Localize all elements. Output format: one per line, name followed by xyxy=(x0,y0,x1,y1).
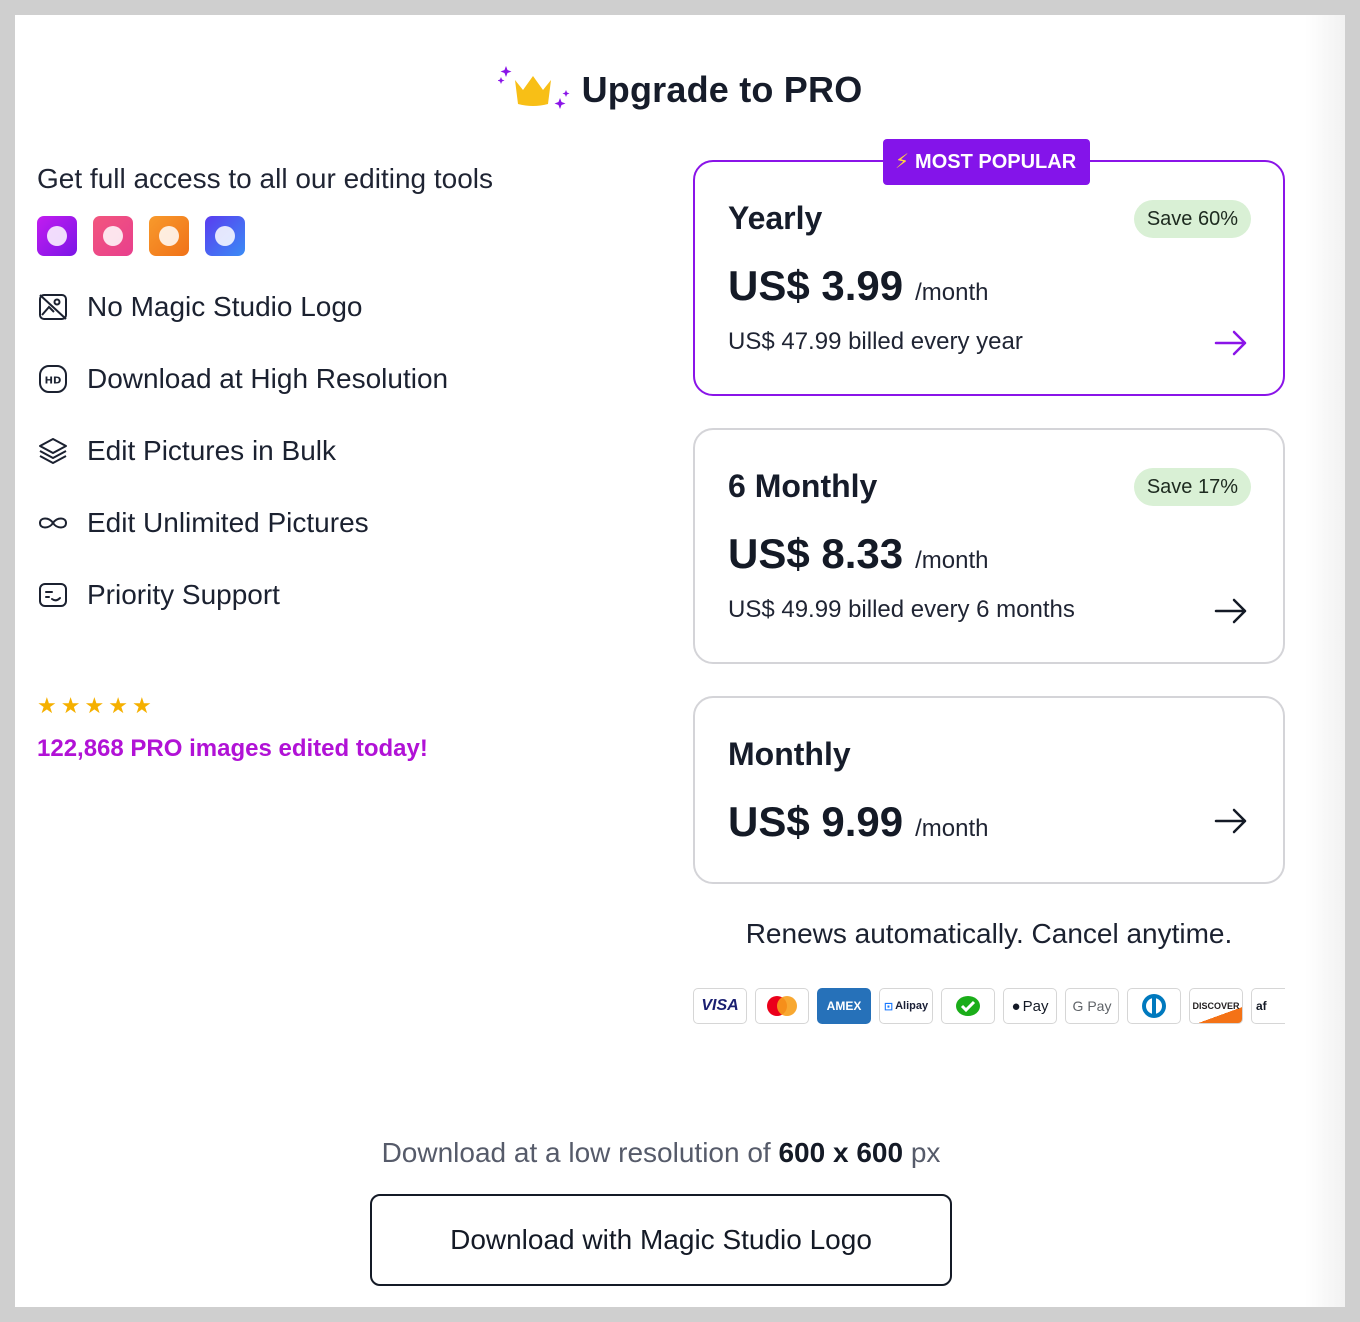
plan-card-yearly[interactable]: ⚡ MOST POPULAR Yearly Save 60% US$ 3.99 /… xyxy=(693,139,1285,396)
payment-methods: VISA AMEX ⊡ Alipay ● Pay G Pay DISCOVER af xyxy=(693,988,1285,1028)
feature-label: Edit Pictures in Bulk xyxy=(87,435,336,466)
google-pay-icon: G Pay xyxy=(1065,988,1119,1024)
discover-icon: DISCOVER xyxy=(1189,988,1243,1024)
price-period: /month xyxy=(915,547,989,574)
crown-icon xyxy=(497,66,570,109)
feature-label: No Magic Studio Logo xyxy=(87,291,363,322)
svg-text:HD: HD xyxy=(45,376,62,387)
edited-today-text: 122,868 PRO images edited today! xyxy=(37,735,428,762)
mastercard-icon xyxy=(755,988,809,1024)
upgrade-modal: Upgrade to PRO Get full access to all ou… xyxy=(15,15,1345,1307)
price-row: US$ 8.33 /month xyxy=(728,530,989,578)
arrow-right-icon[interactable] xyxy=(1213,597,1249,625)
rating-stars: ★ ★ ★ ★ ★ xyxy=(37,695,152,717)
plan-card-6-monthly[interactable]: 6 Monthly Save 17% US$ 8.33 /month US$ 4… xyxy=(693,428,1285,664)
intro-text: Get full access to all our editing tools xyxy=(37,163,494,194)
plan-price: US$ 8.33 xyxy=(728,530,904,577)
infinity-icon xyxy=(38,517,68,529)
tool-icons xyxy=(37,216,245,256)
billing-note: US$ 47.99 billed every year xyxy=(728,328,1023,355)
support-icon xyxy=(39,583,67,607)
tool-purple-icon xyxy=(37,216,77,256)
price-row: US$ 3.99 /month xyxy=(728,262,989,310)
star-icon: ★ xyxy=(131,693,152,718)
plan-name: Monthly xyxy=(728,736,851,772)
price-period: /month xyxy=(915,279,989,306)
star-icon: ★ xyxy=(108,693,128,718)
star-icon: ★ xyxy=(60,693,81,718)
feature-item: Edit Unlimited Pictures xyxy=(37,507,369,539)
no-logo-icon xyxy=(39,294,67,320)
feature-label: Download at High Resolution xyxy=(87,363,449,394)
save-badge: Save 17% xyxy=(1133,468,1251,506)
price-period: /month xyxy=(915,815,989,842)
afterpay-icon: af xyxy=(1251,988,1285,1024)
alipay-icon: ⊡ Alipay xyxy=(879,988,933,1024)
feature-item: No Magic Studio Logo xyxy=(37,291,363,323)
bolt-icon: ⚡ xyxy=(895,151,910,173)
wechat-pay-icon xyxy=(941,988,995,1024)
feature-label: Edit Unlimited Pictures xyxy=(87,507,369,538)
star-icon: ★ xyxy=(84,693,105,718)
amex-icon: AMEX xyxy=(817,988,871,1024)
feature-item: Edit Pictures in Bulk xyxy=(37,435,336,467)
save-badge: Save 60% xyxy=(1133,200,1251,238)
diners-club-icon xyxy=(1127,988,1181,1024)
star-icon: ★ xyxy=(37,693,57,718)
modal-scroll-shadow xyxy=(1305,15,1345,1307)
apple-pay-icon: ● Pay xyxy=(1003,988,1057,1024)
renews-note: Renews automatically. Cancel anytime. xyxy=(745,918,1233,949)
page-title: Upgrade to PRO xyxy=(581,69,863,110)
arrow-right-icon[interactable] xyxy=(1213,329,1249,357)
arrow-right-icon[interactable] xyxy=(1213,807,1249,835)
layers-icon xyxy=(39,438,67,464)
plan-card-monthly[interactable]: Monthly US$ 9.99 /month xyxy=(693,696,1285,884)
feature-item: Priority Support xyxy=(37,579,280,611)
visa-icon: VISA xyxy=(693,988,747,1024)
plan-name: Yearly xyxy=(728,200,823,236)
hd-icon: HD xyxy=(39,365,67,393)
tool-blue-icon xyxy=(205,216,245,256)
tool-orange-icon xyxy=(149,216,189,256)
price-row: US$ 9.99 /month xyxy=(728,798,989,846)
plan-price: US$ 9.99 xyxy=(728,798,904,845)
low-resolution-note: Download at a low resolution of 600 x 60… xyxy=(381,1137,941,1168)
tool-pink-icon xyxy=(93,216,133,256)
plan-price: US$ 3.99 xyxy=(728,262,904,309)
billing-note: US$ 49.99 billed every 6 months xyxy=(728,596,1075,623)
resolution-value: 600 x 600 xyxy=(778,1137,904,1168)
feature-item: HD Download at High Resolution xyxy=(37,363,448,395)
feature-label: Priority Support xyxy=(87,579,280,610)
modal-header: Upgrade to PRO xyxy=(15,55,1345,125)
plan-name: 6 Monthly xyxy=(728,468,878,504)
most-popular-badge: ⚡ MOST POPULAR xyxy=(883,139,1091,185)
download-with-logo-button[interactable]: Download with Magic Studio Logo xyxy=(370,1194,952,1286)
